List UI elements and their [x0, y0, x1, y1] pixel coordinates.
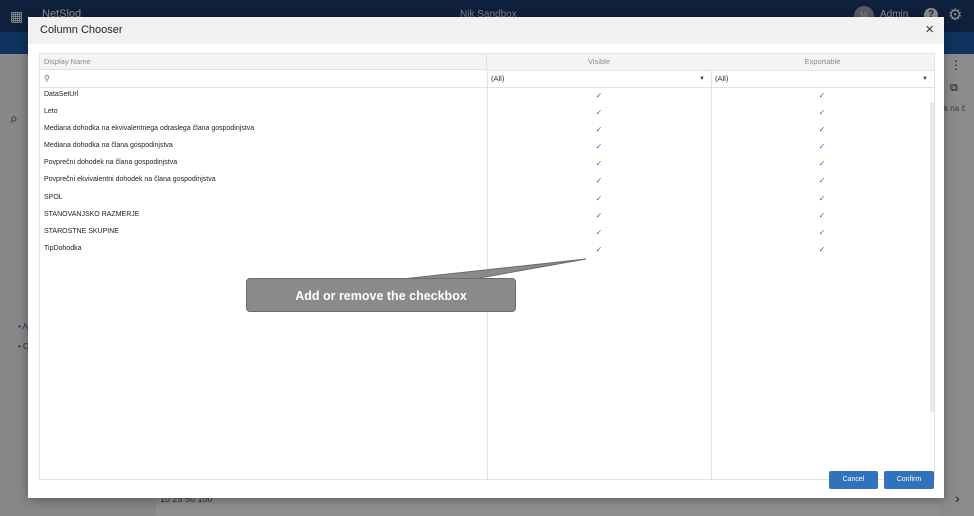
column-display-name: SPOL	[44, 193, 63, 201]
table-row: SPOL ✓ ✓	[40, 191, 934, 208]
dialog-title: Column Chooser	[40, 24, 123, 36]
search-icon: ⚲	[44, 74, 50, 83]
table-row: Mediana dohodka na člana gospodinjstva ✓ ✓	[40, 139, 934, 156]
table-row: STANOVANJSKO RAZMERJE ✓ ✓	[40, 208, 934, 225]
visible-checkbox[interactable]: ✓	[594, 142, 604, 152]
column-display-name: STAROSTNE SKUPINE	[44, 227, 119, 235]
visible-checkbox[interactable]: ✓	[594, 245, 604, 255]
visible-checkbox[interactable]: ✓	[594, 91, 604, 101]
header-visible[interactable]: Visible	[487, 54, 712, 71]
display-name-filter[interactable]: ⚲	[40, 71, 488, 88]
table-row: Mediana dohodka na ekvivalentnega odrasl…	[40, 122, 934, 139]
exportable-checkbox[interactable]: ✓	[817, 159, 827, 169]
visible-checkbox[interactable]: ✓	[594, 228, 604, 238]
exportable-checkbox[interactable]: ✓	[817, 228, 827, 238]
visible-checkbox[interactable]: ✓	[594, 194, 604, 204]
visible-checkbox[interactable]: ✓	[594, 108, 604, 118]
column-display-name: DataSetUrl	[44, 91, 79, 98]
caret-down-icon: ▼	[922, 76, 928, 82]
visible-filter-value: (All)	[491, 74, 505, 83]
column-display-name: Leto	[44, 108, 58, 116]
exportable-checkbox[interactable]: ✓	[817, 108, 827, 118]
exportable-filter-select[interactable]: (All) ▼	[711, 71, 934, 88]
exportable-checkbox[interactable]: ✓	[817, 194, 827, 204]
close-icon[interactable]: ×	[925, 21, 934, 38]
column-grid: Display Name Visible Exportable ⚲ (All) …	[39, 53, 935, 480]
column-display-name: Mediana dohodka na ekvivalentnega odrasl…	[44, 125, 255, 133]
dialog-header: Column Chooser ×	[28, 17, 944, 44]
visible-checkbox[interactable]: ✓	[594, 159, 604, 169]
exportable-checkbox[interactable]: ✓	[817, 91, 827, 101]
table-row: STAROSTNE SKUPINE ✓ ✓	[40, 225, 934, 242]
exportable-checkbox[interactable]: ✓	[817, 176, 827, 186]
confirm-button[interactable]: Confirm	[884, 471, 934, 489]
column-display-name: Povprečni dohodek na člana gospodinjstva	[44, 159, 178, 167]
visible-checkbox[interactable]: ✓	[594, 211, 604, 221]
table-row: Leto ✓ ✓	[40, 105, 934, 122]
cancel-button[interactable]: Cancel	[829, 471, 878, 489]
table-row: TipDohodka ✓ ✓	[40, 242, 934, 259]
exportable-filter-value: (All)	[715, 74, 729, 83]
grid-rows: DataSetUrl ✓ ✓ Leto ✓ ✓ Mediana dohodka na ekv…	[40, 88, 934, 259]
exportable-checkbox[interactable]: ✓	[817, 142, 827, 152]
header-exportable[interactable]: Exportable	[711, 54, 934, 71]
visible-checkbox[interactable]: ✓	[594, 125, 604, 135]
exportable-checkbox[interactable]: ✓	[817, 125, 827, 135]
visible-checkbox[interactable]: ✓	[594, 176, 604, 186]
caret-down-icon: ▼	[699, 76, 705, 82]
column-display-name: STANOVANJSKO RAZMERJE	[44, 210, 140, 218]
table-row: DataSetUrl ✓ ✓	[40, 88, 934, 105]
exportable-checkbox[interactable]: ✓	[817, 211, 827, 221]
column-display-name: Mediana dohodka na člana gospodinjstva	[44, 142, 173, 150]
visible-filter-select[interactable]: (All) ▼	[487, 71, 712, 88]
table-row: Povprečni ekvivalentni dohodek na člana …	[40, 173, 934, 190]
vertical-scrollbar[interactable]	[930, 102, 934, 412]
column-display-name: TipDohodka	[44, 244, 82, 252]
column-display-name: Povprečni ekvivalentni dohodek na člana …	[44, 176, 216, 184]
exportable-checkbox[interactable]: ✓	[817, 245, 827, 255]
table-row: Povprečni dohodek na člana gospodinjstva…	[40, 156, 934, 173]
callout-annotation: Add or remove the checkbox	[246, 278, 516, 312]
header-display-name[interactable]: Display Name	[40, 54, 487, 70]
column-chooser-dialog: Column Chooser × Display Name Visible Ex…	[28, 17, 944, 498]
